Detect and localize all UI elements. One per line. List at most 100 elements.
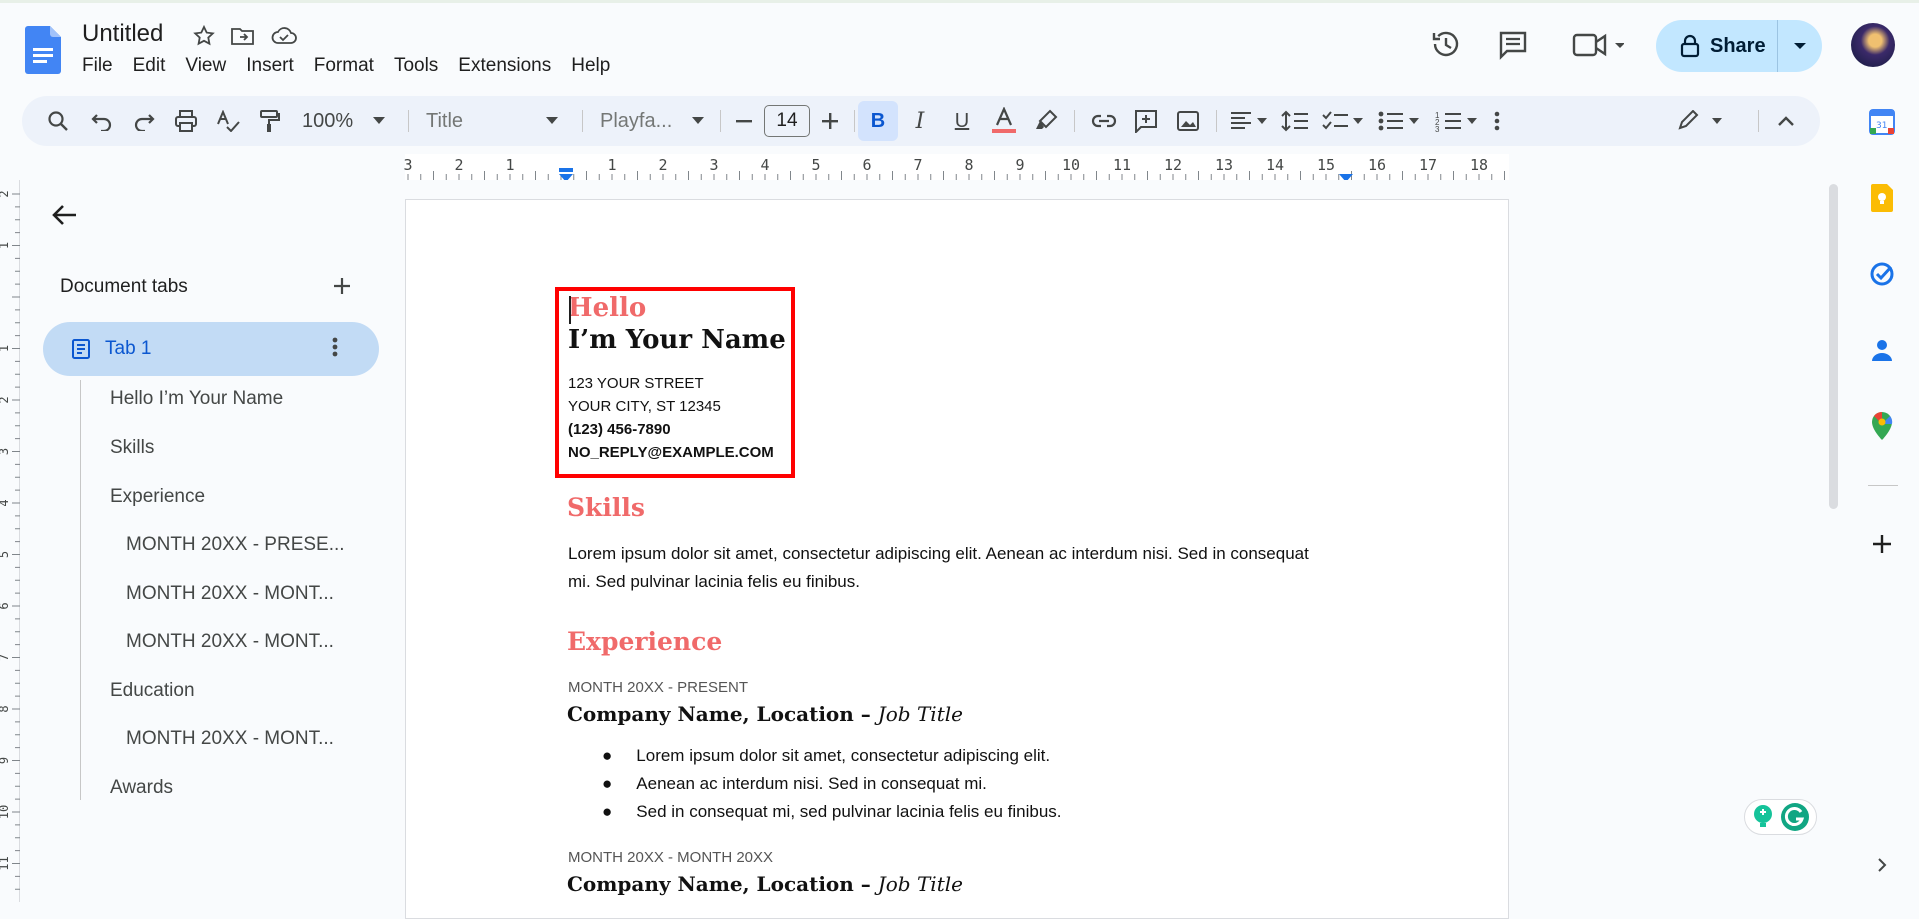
phone-number[interactable]: (123) 456-7890 — [568, 421, 671, 438]
print-icon[interactable] — [170, 96, 202, 146]
menu-file[interactable]: File — [82, 55, 123, 77]
outline-item[interactable]: Experience — [110, 486, 205, 508]
bullet-item[interactable]: ● Sed in consequat mi, sed pulvinar lacin… — [602, 802, 1062, 822]
address-street[interactable]: 123 YOUR STREET — [568, 375, 704, 392]
more-options-icon[interactable] — [1486, 96, 1508, 146]
address-city[interactable]: YOUR CITY, ST 12345 — [568, 398, 721, 415]
paragraph-style-select[interactable]: Title — [422, 96, 562, 146]
align-select[interactable] — [1226, 96, 1272, 146]
insert-image-icon[interactable] — [1170, 96, 1206, 146]
outline-item[interactable]: Awards — [110, 777, 173, 799]
highlight-color-icon[interactable] — [1028, 96, 1064, 146]
numbered-list-select[interactable]: 123 — [1432, 96, 1482, 146]
zoom-select[interactable]: 100% — [302, 96, 386, 146]
underline-button[interactable]: U — [944, 96, 980, 146]
outline-item[interactable]: MONTH 20XX - MONT... — [126, 583, 334, 605]
job-date[interactable]: MONTH 20XX - PRESENT — [568, 679, 748, 696]
bullet-item[interactable]: ● Aenean ac interdum nisi. Sed in consequ… — [602, 774, 987, 794]
ruler-label: 11 — [1113, 156, 1131, 174]
add-addon-icon[interactable] — [1862, 524, 1902, 564]
ruler-label: 2 — [454, 156, 463, 174]
insert-link-icon[interactable] — [1086, 96, 1122, 146]
outline-item[interactable]: Hello I’m Your Name — [110, 388, 283, 410]
move-folder-icon[interactable] — [230, 24, 256, 48]
grammarly-widget[interactable] — [1744, 799, 1817, 835]
ruler-label: 2 — [658, 156, 667, 174]
line-spacing-icon[interactable] — [1278, 96, 1312, 146]
outline-item[interactable]: Skills — [110, 437, 154, 459]
undo-icon[interactable] — [86, 96, 118, 146]
text-color-button[interactable] — [986, 96, 1022, 146]
maps-icon[interactable] — [1862, 406, 1902, 446]
font-select[interactable]: Playfa... — [596, 96, 708, 146]
tab-1[interactable]: Tab 1 — [43, 322, 379, 376]
meet-video-icon[interactable] — [1572, 32, 1624, 58]
avatar[interactable] — [1851, 23, 1895, 67]
redo-icon[interactable] — [128, 96, 160, 146]
ruler-label: 14 — [1266, 156, 1284, 174]
name-heading[interactable]: I’m Your Name — [568, 325, 786, 355]
editing-mode-select[interactable] — [1672, 96, 1732, 146]
bulleted-list-select[interactable] — [1374, 96, 1424, 146]
experience-heading[interactable]: Experience — [567, 627, 722, 656]
outline-item[interactable]: MONTH 20XX - MONT... — [126, 728, 334, 750]
ruler-label: 10 — [0, 805, 11, 819]
email-address[interactable]: NO_REPLY@EXAMPLE.COM — [568, 444, 774, 461]
font-size-value[interactable]: 14 — [764, 105, 810, 137]
tasks-icon[interactable] — [1862, 254, 1902, 294]
add-tab-icon[interactable] — [330, 274, 354, 298]
paint-format-icon[interactable] — [254, 96, 286, 146]
ruler-label: 17 — [1419, 156, 1437, 174]
menu-insert[interactable]: Insert — [236, 55, 304, 77]
share-label: Share — [1710, 34, 1766, 57]
skills-paragraph-line[interactable]: mi. Sed pulvinar lacinia felis eu finibu… — [568, 572, 860, 592]
horizontal-ruler[interactable]: 3 2 1 1 2 3 4 5 6 7 8 9 10 11 12 13 14 15 16 17 18 — [0, 154, 1830, 180]
add-comment-icon[interactable] — [1128, 96, 1164, 146]
skills-paragraph-line[interactable]: Lorem ipsum dolor sit amet, consectetur … — [568, 544, 1309, 564]
docs-logo-icon[interactable] — [25, 26, 61, 74]
bullet-item[interactable]: ● Lorem ipsum dolor sit amet, consectetur… — [602, 746, 1050, 766]
star-icon[interactable] — [192, 24, 216, 48]
job-company[interactable]: Company Name, Location – Job Title — [567, 872, 963, 896]
decrease-font-size-icon[interactable] — [730, 96, 758, 146]
checklist-select[interactable] — [1318, 96, 1368, 146]
version-history-icon[interactable] — [1430, 28, 1462, 60]
vertical-ruler[interactable]: 211234567891011 — [0, 180, 20, 902]
collapse-menus-icon[interactable] — [1770, 96, 1802, 146]
skills-heading[interactable]: Skills — [567, 493, 645, 522]
back-arrow-icon[interactable] — [50, 200, 80, 230]
outline-item[interactable]: MONTH 20XX - PRESE... — [126, 534, 345, 556]
bullet-text: Aenean ac interdum nisi. Sed in consequa… — [636, 774, 987, 793]
outline-item[interactable]: MONTH 20XX - MONT... — [126, 631, 334, 653]
tab-more-options-icon[interactable] — [332, 336, 338, 358]
grammarly-icon[interactable] — [1780, 802, 1810, 832]
menu-format[interactable]: Format — [304, 55, 384, 77]
menu-help[interactable]: Help — [561, 55, 620, 77]
italic-button[interactable]: I — [902, 96, 938, 146]
expand-panel-chevron-icon[interactable] — [1862, 845, 1902, 885]
menu-extensions[interactable]: Extensions — [448, 55, 561, 77]
calendar-icon[interactable]: 31 — [1862, 102, 1902, 142]
outline-item[interactable]: Education — [110, 680, 195, 702]
lightbulb-icon[interactable] — [1751, 804, 1775, 830]
menu-edit[interactable]: Edit — [123, 55, 176, 77]
keep-icon[interactable] — [1862, 178, 1902, 218]
menu-view[interactable]: View — [175, 55, 236, 77]
bold-button[interactable]: B — [858, 101, 898, 141]
scrollbar-thumb[interactable] — [1829, 184, 1838, 509]
cloud-saved-icon[interactable] — [270, 24, 298, 48]
share-options-caret-icon[interactable] — [1778, 20, 1822, 72]
share-button[interactable]: Share — [1656, 20, 1778, 72]
document-title[interactable]: Untitled — [82, 20, 163, 48]
contacts-icon[interactable] — [1862, 330, 1902, 370]
hello-heading[interactable]: Hello — [568, 293, 646, 323]
font-size-field[interactable]: 14 — [762, 96, 812, 146]
menu-tools[interactable]: Tools — [384, 55, 448, 77]
search-menus-icon[interactable] — [42, 96, 74, 146]
ruler-label: 5 — [0, 551, 11, 558]
job-company[interactable]: Company Name, Location – Job Title — [567, 702, 963, 726]
spellcheck-icon[interactable] — [212, 96, 244, 146]
job-date[interactable]: MONTH 20XX - MONTH 20XX — [568, 849, 773, 866]
comments-icon[interactable] — [1498, 30, 1528, 60]
increase-font-size-icon[interactable] — [816, 96, 844, 146]
